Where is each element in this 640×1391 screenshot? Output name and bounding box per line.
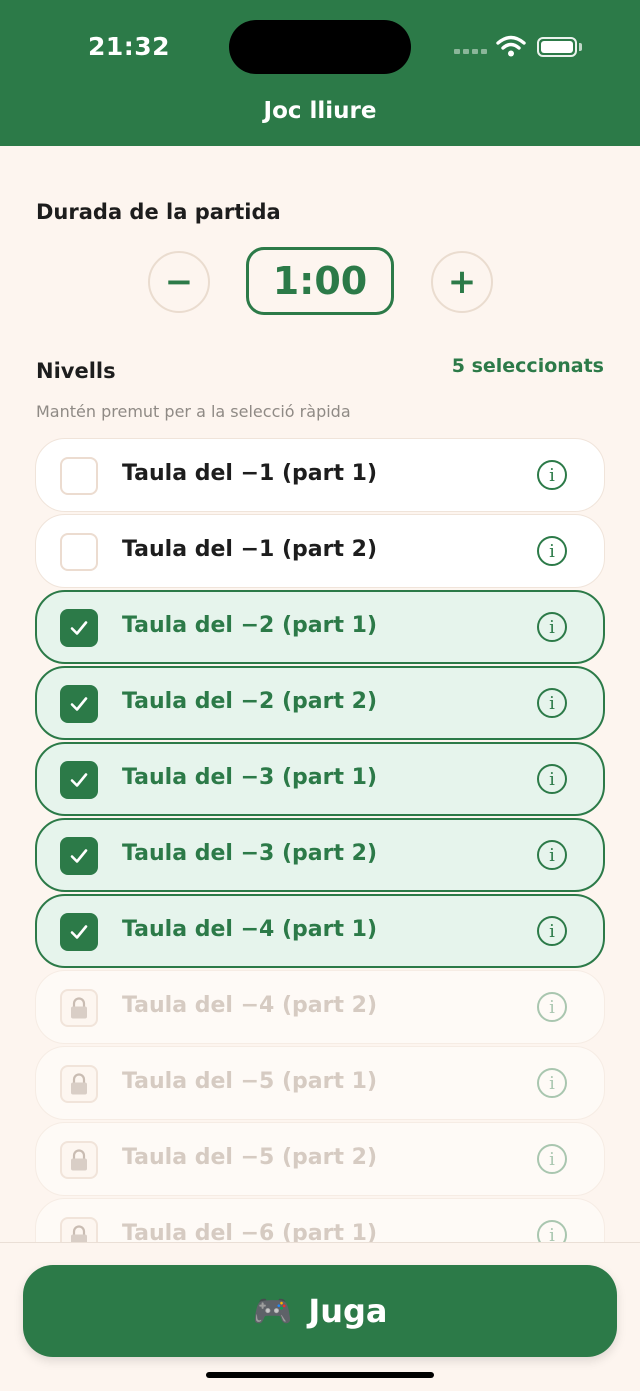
duration-label: Durada de la partida bbox=[36, 200, 281, 224]
cellular-signal-icon bbox=[454, 49, 487, 54]
info-icon[interactable]: i bbox=[537, 612, 567, 642]
wifi-icon bbox=[496, 35, 526, 57]
info-icon[interactable]: i bbox=[537, 536, 567, 566]
level-row[interactable]: Taula del −2 (part 2) i bbox=[35, 666, 605, 740]
lock-icon bbox=[60, 1065, 98, 1103]
lock-icon bbox=[60, 1217, 98, 1244]
checkbox-unchecked[interactable] bbox=[60, 533, 98, 571]
checkmark-icon bbox=[70, 849, 88, 863]
level-row: Taula del −4 (part 2) i bbox=[35, 970, 605, 1044]
padlock-icon bbox=[71, 1149, 87, 1171]
level-row[interactable]: Taula del −1 (part 1) i bbox=[35, 438, 605, 512]
increment-duration-button[interactable]: + bbox=[431, 251, 493, 313]
selected-count: 5 seleccionats bbox=[451, 355, 604, 377]
lock-icon bbox=[60, 989, 98, 1027]
checkbox-checked[interactable] bbox=[60, 609, 98, 647]
level-row[interactable]: Taula del −3 (part 1) i bbox=[35, 742, 605, 816]
checkmark-icon bbox=[70, 773, 88, 787]
info-icon[interactable]: i bbox=[537, 688, 567, 718]
level-label: Taula del −6 (part 1) bbox=[122, 1221, 378, 1244]
padlock-icon bbox=[71, 1073, 87, 1095]
battery-icon bbox=[537, 37, 577, 57]
level-row: Taula del −5 (part 2) i bbox=[35, 1122, 605, 1196]
info-icon[interactable]: i bbox=[537, 1220, 567, 1244]
home-indicator bbox=[206, 1372, 434, 1378]
level-row[interactable]: Taula del −1 (part 2) i bbox=[35, 514, 605, 588]
level-label: Taula del −4 (part 1) bbox=[122, 917, 378, 942]
padlock-icon bbox=[71, 997, 87, 1019]
play-button[interactable]: 🎮 Juga bbox=[23, 1265, 617, 1357]
checkbox-checked[interactable] bbox=[60, 685, 98, 723]
info-icon[interactable]: i bbox=[537, 916, 567, 946]
info-icon[interactable]: i bbox=[537, 1068, 567, 1098]
checkbox-checked[interactable] bbox=[60, 913, 98, 951]
checkbox-unchecked[interactable] bbox=[60, 457, 98, 495]
battery-tip bbox=[579, 43, 582, 51]
level-label: Taula del −2 (part 2) bbox=[122, 689, 378, 714]
levels-label: Nivells bbox=[36, 359, 116, 383]
level-label: Taula del −1 (part 1) bbox=[122, 461, 378, 486]
level-label: Taula del −3 (part 2) bbox=[122, 841, 378, 866]
level-row[interactable]: Taula del −2 (part 1) i bbox=[35, 590, 605, 664]
level-label: Taula del −2 (part 1) bbox=[122, 613, 378, 638]
level-label: Taula del −1 (part 2) bbox=[122, 537, 378, 562]
status-time: 21:32 bbox=[88, 32, 171, 61]
checkbox-checked[interactable] bbox=[60, 761, 98, 799]
dynamic-island bbox=[229, 20, 411, 74]
checkbox-checked[interactable] bbox=[60, 837, 98, 875]
top-bar: 21:32 Joc lliure bbox=[0, 0, 640, 146]
level-label: Taula del −4 (part 2) bbox=[122, 993, 378, 1018]
level-label: Taula del −5 (part 2) bbox=[122, 1145, 378, 1170]
quick-select-hint: Mantén premut per a la selecció ràpida bbox=[36, 402, 351, 421]
info-icon[interactable]: i bbox=[537, 1144, 567, 1174]
play-button-label: Juga bbox=[308, 1292, 388, 1330]
level-label: Taula del −3 (part 1) bbox=[122, 765, 378, 790]
level-list: Taula del −1 (part 1) i Taula del −1 (part… bbox=[35, 438, 605, 1244]
checkmark-icon bbox=[70, 697, 88, 711]
level-row[interactable]: Taula del −3 (part 2) i bbox=[35, 818, 605, 892]
level-row[interactable]: Taula del −4 (part 1) i bbox=[35, 894, 605, 968]
info-icon[interactable]: i bbox=[537, 992, 567, 1022]
duration-value: 1:00 bbox=[246, 247, 394, 315]
gamepad-icon: 🎮 bbox=[252, 1292, 293, 1330]
info-icon[interactable]: i bbox=[537, 460, 567, 490]
level-row: Taula del −6 (part 1) i bbox=[35, 1198, 605, 1244]
checkmark-icon bbox=[70, 925, 88, 939]
info-icon[interactable]: i bbox=[537, 840, 567, 870]
decrement-duration-button[interactable]: − bbox=[148, 251, 210, 313]
page-title: Joc lliure bbox=[263, 98, 377, 124]
level-label: Taula del −5 (part 1) bbox=[122, 1069, 378, 1094]
info-icon[interactable]: i bbox=[537, 764, 567, 794]
checkmark-icon bbox=[70, 621, 88, 635]
level-row: Taula del −5 (part 1) i bbox=[35, 1046, 605, 1120]
lock-icon bbox=[60, 1141, 98, 1179]
padlock-icon bbox=[71, 1225, 87, 1244]
